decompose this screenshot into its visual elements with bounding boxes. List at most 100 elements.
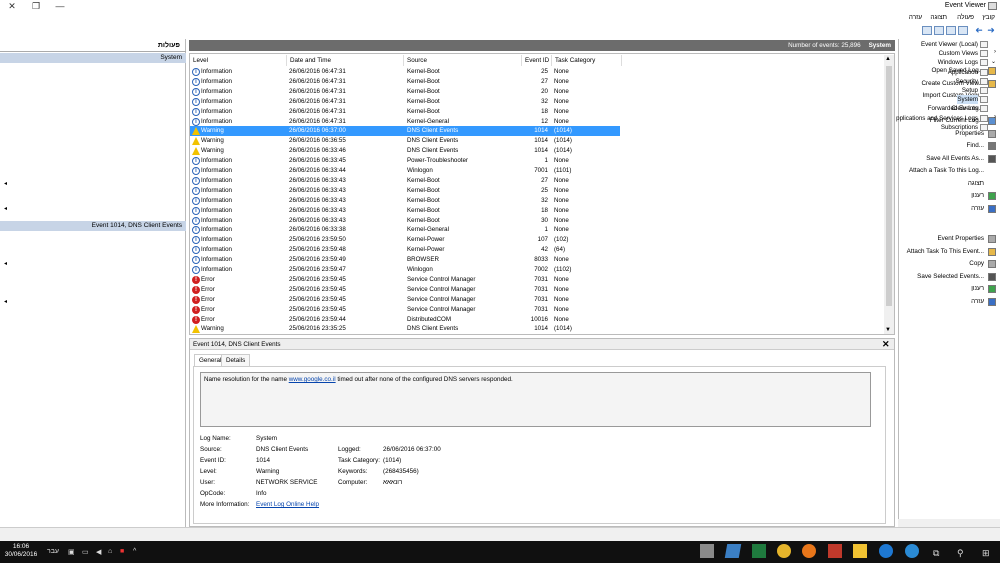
taskbar-ie-icon[interactable] xyxy=(905,544,919,558)
nav-item[interactable]: Event Viewer (Local) xyxy=(921,40,978,49)
event-viewer-app-icon xyxy=(988,2,997,10)
event-row[interactable]: i Information 26/06/2016 06:33:38 Kernel-Ge… xyxy=(190,225,620,235)
menu-view[interactable]: תצוגה xyxy=(930,14,947,21)
nav-item[interactable]: Security xyxy=(956,77,978,86)
status-bar xyxy=(0,527,1000,541)
event-row[interactable]: i Information 26/06/2016 06:33:45 Power-Tro… xyxy=(190,156,620,166)
event-row[interactable]: ! Error 25/06/2016 23:59:44 DistributedCOM 1… xyxy=(190,315,620,325)
menu-action[interactable]: פעולה xyxy=(957,14,974,21)
nav-item[interactable]: Application xyxy=(948,68,978,77)
taskbar-store-icon[interactable] xyxy=(724,544,742,558)
taskbar-excel-icon[interactable] xyxy=(752,544,766,558)
cell-level: Information xyxy=(201,186,232,194)
taskbar-app-icon[interactable] xyxy=(828,544,842,558)
event-row[interactable]: i Information 26/06/2016 06:47:31 Kernel-Bo… xyxy=(190,107,620,117)
show-action-pane-icon[interactable] xyxy=(922,26,932,35)
cell-source: Service Control Manager xyxy=(407,295,476,303)
cell-id: 1014 xyxy=(534,325,548,333)
column-event-id[interactable]: Event ID xyxy=(522,55,552,66)
cell-level: Error xyxy=(201,305,215,313)
menu-file[interactable]: קובץ xyxy=(982,14,995,21)
language-indicator[interactable]: עבר xyxy=(47,548,59,555)
cell-level: Information xyxy=(201,266,232,273)
online-help-link[interactable]: Event Log Online Help xyxy=(256,500,319,510)
event-row[interactable]: Warning 26/06/2016 06:33:46 DNS Client Eve… xyxy=(190,146,620,156)
forward-arrow-icon[interactable]: ➜ xyxy=(974,25,984,35)
column-date[interactable]: Date and Time xyxy=(287,55,404,66)
event-row[interactable]: ! Error 25/06/2016 23:59:45 Service Control… xyxy=(190,275,620,285)
message-icon[interactable]: ▭ xyxy=(82,548,89,556)
taskbar-edge-icon[interactable] xyxy=(879,544,893,558)
event-row[interactable]: i Information 25/06/2016 23:59:48 Kernel-Po… xyxy=(190,245,620,255)
event-row[interactable]: i Information 25/06/2016 23:59:50 Kernel-Po… xyxy=(190,235,620,245)
cell-source: Kernel-Boot xyxy=(407,186,440,194)
cell-cat: (1014) xyxy=(554,147,572,155)
expand-arrow-icon[interactable]: › xyxy=(994,49,996,55)
event-row[interactable]: i Information 26/06/2016 06:33:43 Kernel-Bo… xyxy=(190,196,620,206)
network-icon[interactable]: ⌂ xyxy=(108,548,112,555)
expand-arrow-icon[interactable]: ⌄ xyxy=(991,58,996,65)
scroll-thumb[interactable] xyxy=(886,66,892,306)
nav-item[interactable]: Subscriptions xyxy=(941,123,978,132)
properties-icon[interactable] xyxy=(946,26,956,35)
nav-item[interactable]: Windows Logs xyxy=(938,58,978,67)
event-row[interactable]: Warning 25/06/2016 23:35:25 DNS Client Eve… xyxy=(190,324,620,334)
restore-icon[interactable]: ❐ xyxy=(24,0,48,13)
taskbar-event-viewer-icon[interactable] xyxy=(700,544,714,558)
actions-section-system[interactable]: System xyxy=(0,53,186,63)
event-row[interactable]: i Information 26/06/2016 06:33:43 Kernel-Bo… xyxy=(190,206,620,216)
close-icon[interactable]: ✕ xyxy=(0,0,24,13)
column-task-category[interactable]: Task Category xyxy=(552,55,622,66)
close-detail-icon[interactable]: ✕ xyxy=(882,339,890,350)
tab-details[interactable]: Details xyxy=(221,354,251,366)
expand-arrow-icon[interactable]: › xyxy=(994,114,996,120)
column-source[interactable]: Source xyxy=(404,55,522,66)
task-view-icon[interactable]: ⧉ xyxy=(933,548,939,559)
antivirus-icon[interactable]: ■ xyxy=(120,548,124,555)
event-row[interactable]: i Information 26/06/2016 06:47:31 Kernel-Bo… xyxy=(190,67,620,77)
event-row[interactable]: i Information 25/06/2016 23:59:47 Winlogon 7… xyxy=(190,265,620,275)
nav-item[interactable]: Setup xyxy=(962,86,978,95)
actions-section-event[interactable]: Event 1014, DNS Client Events xyxy=(0,221,186,231)
show-hide-tree-icon[interactable] xyxy=(958,26,968,35)
event-row[interactable]: Warning 26/06/2016 06:36:55 DNS Client Eve… xyxy=(190,136,620,146)
nav-item[interactable]: pplications and Services Logs xyxy=(896,114,978,123)
event-row[interactable]: Warning 26/06/2016 06:37:00 DNS Client Eve… xyxy=(190,126,620,137)
event-row[interactable]: i Information 26/06/2016 06:47:31 Kernel-Bo… xyxy=(190,77,620,87)
event-row[interactable]: i Information 26/06/2016 06:33:44 Winlogon 7… xyxy=(190,166,620,176)
start-icon[interactable]: ⊞ xyxy=(982,548,990,559)
clock[interactable]: 16:06 30/06/2016 xyxy=(3,543,39,559)
event-row[interactable]: i Information 26/06/2016 06:47:31 Kernel-Bo… xyxy=(190,87,620,97)
nav-item[interactable]: Custom Views xyxy=(939,49,978,58)
taskbar-file-explorer-icon[interactable] xyxy=(853,544,867,558)
notifications-icon[interactable]: ▣ xyxy=(68,548,75,556)
tree-hscrollbar[interactable] xyxy=(898,519,1000,527)
volume-icon[interactable]: ◀ xyxy=(96,548,101,556)
menu-help[interactable]: עזרה xyxy=(909,14,922,21)
show-hidden-icons-icon[interactable]: ^ xyxy=(133,548,136,555)
event-row[interactable]: i Information 26/06/2016 06:47:31 Kernel-Ge… xyxy=(190,117,620,127)
information-icon: i xyxy=(192,167,200,175)
scroll-down-icon[interactable]: ▼ xyxy=(885,327,891,333)
event-row[interactable]: i Information 26/06/2016 06:33:43 Kernel-Bo… xyxy=(190,216,620,226)
scroll-up-icon[interactable]: ▲ xyxy=(885,56,891,62)
event-row[interactable]: i Information 25/06/2016 23:59:49 BROWSER 80… xyxy=(190,255,620,265)
taskbar-chrome-icon[interactable] xyxy=(777,544,791,558)
minimize-icon[interactable]: — xyxy=(48,0,72,13)
event-row[interactable]: i Information 26/06/2016 06:33:43 Kernel-Bo… xyxy=(190,176,620,186)
event-row[interactable]: ! Error 25/06/2016 23:59:45 Service Control… xyxy=(190,305,620,315)
description-link[interactable]: www.google.co.il xyxy=(289,376,336,383)
event-row[interactable]: ! Error 25/06/2016 23:59:45 Service Control… xyxy=(190,285,620,295)
help-icon[interactable] xyxy=(934,26,944,35)
nav-item[interactable]: Forwarded Events xyxy=(928,104,978,113)
nav-item[interactable]: System xyxy=(957,95,978,105)
event-row[interactable]: i Information 26/06/2016 06:47:31 Kernel-Bo… xyxy=(190,97,620,107)
cell-source: Kernel-Boot xyxy=(407,68,440,75)
event-row[interactable]: ! Error 25/06/2016 23:59:45 Service Control… xyxy=(190,295,620,305)
column-level[interactable]: Level xyxy=(190,55,287,66)
event-row[interactable]: i Information 26/06/2016 06:33:43 Kernel-Bo… xyxy=(190,186,620,196)
back-arrow-icon[interactable]: ➜ xyxy=(986,26,996,35)
cell-level: Warning xyxy=(201,127,224,135)
search-icon[interactable]: ⚲ xyxy=(957,548,964,559)
taskbar-firefox-icon[interactable] xyxy=(802,544,816,558)
